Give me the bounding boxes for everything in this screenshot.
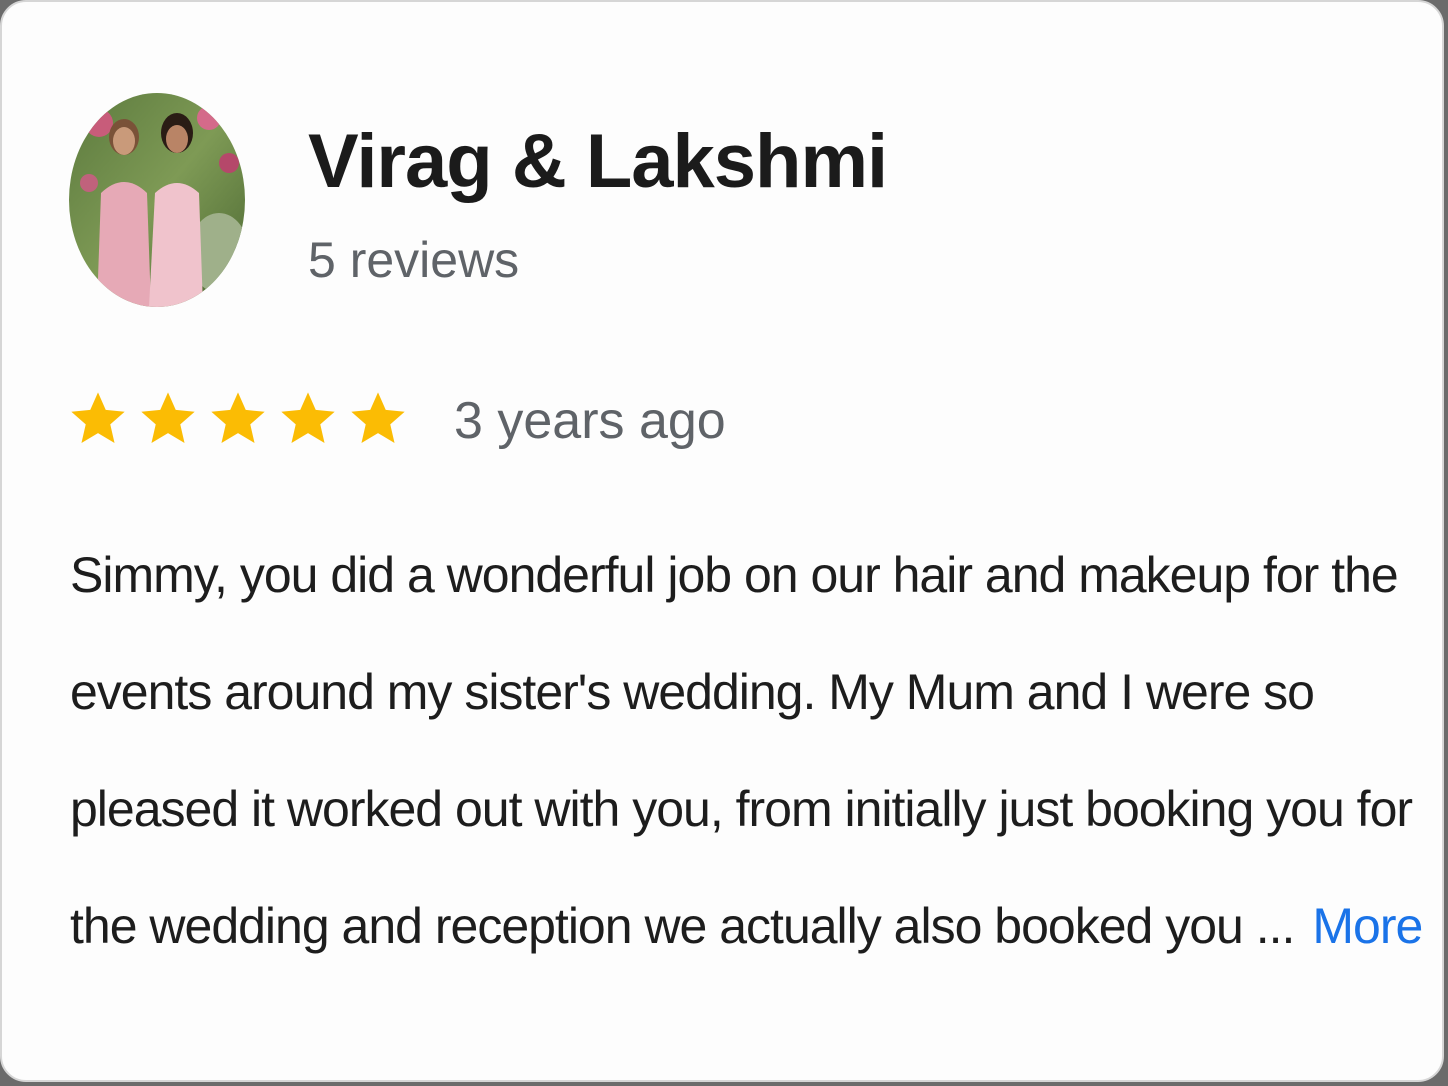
star-icon [66, 384, 130, 454]
review-line: pleased it worked out with you, from ini… [70, 781, 1413, 837]
review-line: events around my sister's wedding. My Mu… [70, 664, 1315, 720]
review-line: Simmy, you did a wonderful job on our ha… [70, 547, 1399, 603]
review-line-text: the wedding and reception we actually al… [70, 898, 1295, 954]
reviewer-name[interactable]: Virag & Lakshmi [308, 120, 888, 204]
reviewer-photo-icon [69, 93, 245, 307]
review-timestamp: 3 years ago [454, 392, 726, 450]
star-icon [206, 384, 270, 454]
star-icon [276, 384, 340, 454]
review-card: Virag & Lakshmi 5 reviews 3 years ago Si… [0, 0, 1444, 1082]
star-rating [66, 384, 410, 454]
more-link[interactable]: More [1312, 898, 1423, 954]
star-icon [136, 384, 200, 454]
review-body: Simmy, you did a wonderful job on our ha… [70, 517, 1423, 985]
review-line-last: the wedding and reception we actually al… [70, 868, 1423, 985]
review-count: 5 reviews [308, 232, 520, 288]
star-icon [346, 384, 410, 454]
reviewer-avatar[interactable] [69, 93, 245, 307]
